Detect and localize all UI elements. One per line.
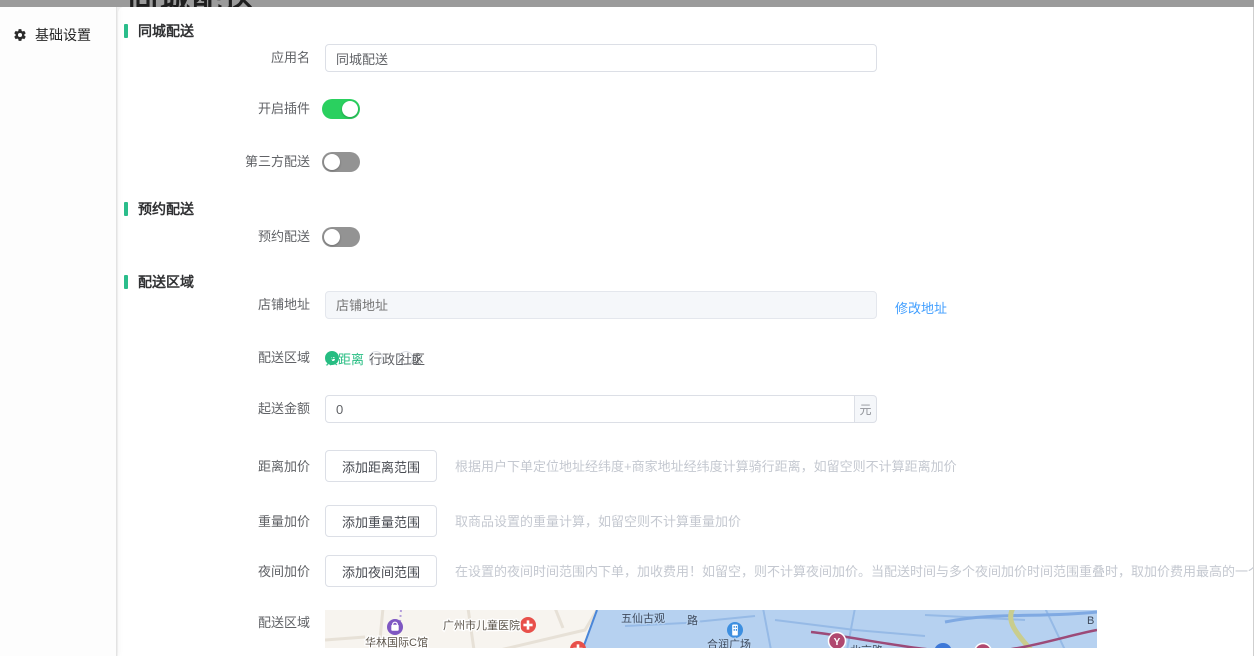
reserve-label: 预约配送 [257,229,310,244]
page-title: 同城配送 [0,0,1254,7]
area-mode-radio-group: 按距离 行政区域 社区 [325,349,425,367]
enable-plugin-toggle[interactable] [322,99,360,119]
map-poi-label: B [1087,615,1094,627]
delivery-area-map[interactable]: Y Y 华林国际C馆 广州市儿童医院 五仙古观 路 合润广场 北京路 B [325,610,1097,648]
reserve-toggle[interactable] [322,227,360,247]
clipped-header-band: 同城配送 [0,0,1254,7]
sidebar-item-basic-settings[interactable]: 基础设置 [0,7,116,45]
night-fee-label: 夜间加价 [257,564,310,579]
sidebar: 基础设置 [0,7,117,656]
gear-icon [14,29,26,41]
weight-fee-label: 重量加价 [257,514,310,529]
min-amount-input[interactable] [325,395,855,423]
section-accent-bar [124,24,128,38]
add-distance-range-button[interactable]: 添加距离范围 [325,450,437,482]
distance-fee-hint: 根据用户下单定位地址经纬度+商家地址经纬度计算骑行距离，如留空则不计算距离加价 [455,459,957,474]
area-mode-label: 配送区域 [257,350,310,365]
night-fee-hint: 在设置的夜间时间范围内下单，加收费用！如留空，则不计算夜间加价。当配送时间与多个… [455,564,1253,579]
min-amount-label: 起送金额 [257,401,310,416]
weight-fee-hint: 取商品设置的重量计算，如留空则不计算重量加价 [455,514,742,529]
map-poi-label: 五仙古观 [621,612,665,625]
map-canvas: Y Y 华林国际C馆 广州市儿童医院 五仙古观 路 合润广场 北京路 B [325,610,1097,648]
settings-panel: 同城配送 应用名 开启插件 第三方配送 预约配送 预约配送 配送区域 店铺地址 … [118,7,1254,656]
toggle-knob [342,101,358,117]
map-poi-label: 广州市儿童医院 [443,618,520,632]
enable-plugin-label: 开启插件 [257,101,310,116]
min-amount-unit: 元 [855,395,877,423]
section-reserve-delivery: 预约配送 [124,200,194,218]
map-poi-label: 合润广场 [707,637,751,648]
section-city-delivery: 同城配送 [124,22,194,40]
modify-address-link[interactable]: 修改地址 [895,298,947,317]
add-weight-range-button[interactable]: 添加重量范围 [325,505,437,537]
third-party-label: 第三方配送 [244,154,310,169]
radio-by-distance[interactable]: 按距离 [325,351,364,367]
section-accent-bar [124,202,128,216]
add-night-range-button[interactable]: 添加夜间范围 [325,555,437,587]
svg-text:Y: Y [834,637,841,648]
toggle-knob [324,229,340,245]
section-title: 预约配送 [138,201,194,217]
toggle-knob [324,154,340,170]
radio-label: 社区 [399,351,426,367]
store-address-label: 店铺地址 [257,297,310,312]
distance-fee-label: 距离加价 [257,459,310,474]
section-title: 配送区域 [138,274,194,290]
map-poi-label: 路 [687,614,698,627]
map-poi-label: 华林国际C馆 [365,635,428,648]
map-area-label: 配送区域 [257,615,310,630]
store-address-input[interactable] [325,291,877,319]
section-accent-bar [124,275,128,289]
app-name-label: 应用名 [270,50,310,65]
app-name-input[interactable] [325,44,877,72]
radio-label: 按距离 [325,351,365,367]
section-delivery-area: 配送区域 [124,273,194,291]
section-title: 同城配送 [138,23,194,39]
third-party-toggle[interactable] [322,152,360,172]
sidebar-item-label: 基础设置 [35,27,91,43]
